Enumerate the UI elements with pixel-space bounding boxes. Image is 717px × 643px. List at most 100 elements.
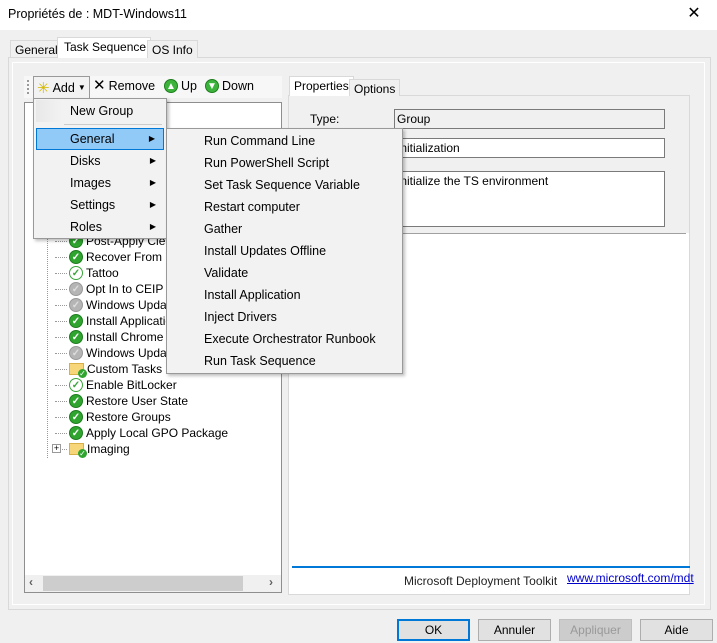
menu-item-general[interactable]: General ▶	[36, 128, 164, 150]
tree-connector	[55, 433, 67, 434]
add-star-icon: ✳	[37, 79, 50, 97]
tree-connector	[55, 401, 67, 402]
tree-item[interactable]: ✓ Opt In to CEIP an	[55, 281, 180, 297]
submenu-arrow-icon: ▶	[149, 200, 156, 209]
check-icon: ✓	[69, 250, 83, 264]
tree-item-label: Enable BitLocker	[86, 378, 177, 392]
tree-connector	[55, 417, 67, 418]
submenu-item[interactable]: Inject Drivers	[169, 306, 400, 328]
tree-item-label: Install Chrome	[86, 330, 164, 344]
disabled-step-icon: ✓	[69, 346, 83, 360]
submenu-item[interactable]: Execute Orchestrator Runbook	[169, 328, 400, 350]
remove-button[interactable]: ✕ Remove	[93, 77, 156, 94]
footer-text: Microsoft Deployment Toolkit	[404, 574, 558, 588]
up-label: Up	[181, 79, 197, 93]
remove-label: Remove	[108, 79, 156, 93]
menu-item-disks[interactable]: Disks ▶	[36, 150, 164, 172]
general-submenu: Run Command Line Run PowerShell Script Set…	[166, 128, 403, 374]
submenu-item[interactable]: Restart computer	[169, 196, 400, 218]
apply-button[interactable]: Appliquer	[559, 619, 632, 641]
tree-item-label: Imaging	[87, 442, 130, 456]
tree-connector	[55, 321, 67, 322]
tree-connector	[55, 385, 67, 386]
add-label: Add	[52, 80, 75, 95]
scroll-left-icon[interactable]: ‹	[29, 575, 33, 589]
help-button[interactable]: Aide	[640, 619, 713, 641]
tree-item[interactable]: Custom Tasks	[55, 361, 162, 378]
horizontal-scrollbar[interactable]: ‹ ›	[25, 575, 281, 592]
tree-item[interactable]: ✓ Tattoo	[55, 265, 119, 281]
submenu-item[interactable]: Run Task Sequence	[169, 350, 400, 372]
submenu-arrow-icon: ▶	[148, 134, 155, 143]
menu-item-label: Settings	[70, 198, 116, 212]
menu-item-settings[interactable]: Settings ▶	[36, 194, 164, 216]
tab-os-info[interactable]: OS Info	[147, 40, 198, 58]
submenu-item[interactable]: Run PowerShell Script	[169, 152, 400, 174]
tree-item-label: Install Application	[86, 314, 179, 328]
window-title: Propriétés de : MDT-Windows11	[8, 7, 187, 21]
tree-item[interactable]: + Imaging	[52, 441, 130, 458]
add-button[interactable]: ✳ Add ▼	[33, 76, 90, 98]
tree-item[interactable]: ✓ Restore Groups	[55, 409, 171, 425]
mdt-link[interactable]: www.microsoft.com/mdt	[567, 571, 694, 585]
submenu-arrow-icon: ▶	[149, 178, 156, 187]
menu-separator	[64, 124, 162, 125]
tree-connector	[55, 353, 67, 354]
tab-general[interactable]: General	[10, 40, 63, 58]
scrollbar-thumb[interactable]	[43, 576, 243, 591]
check-icon: ✓	[69, 330, 83, 344]
tree-item[interactable]: ✓ Restore User State	[55, 393, 189, 409]
submenu-item[interactable]: Install Updates Offline	[169, 240, 400, 262]
submenu-arrow-icon: ▶	[149, 156, 156, 165]
add-menu: New Group General ▶ Disks ▶ Images ▶ Settin…	[33, 98, 167, 239]
remove-icon: ✕	[93, 77, 106, 94]
folder-icon	[69, 363, 87, 378]
tree-connector	[55, 337, 67, 338]
menu-item-label: General	[70, 132, 115, 146]
tree-connector	[55, 369, 67, 370]
down-label: Down	[222, 79, 254, 93]
tree-connector	[55, 305, 67, 306]
toolbar-grip[interactable]	[27, 80, 29, 94]
menu-item-label: Roles	[70, 220, 102, 234]
submenu-item[interactable]: Gather	[169, 218, 400, 240]
type-field: Group	[394, 109, 665, 129]
down-button[interactable]: ▼ Down	[205, 79, 254, 93]
tree-item[interactable]: ✓ Apply Local GPO Package	[55, 425, 228, 441]
submenu-arrow-icon: ▶	[149, 222, 156, 231]
type-label: Type:	[310, 112, 340, 126]
tree-item[interactable]: ✓ Windows Update	[55, 297, 177, 313]
description-field[interactable]: Initialize the TS environment	[394, 171, 665, 227]
up-button[interactable]: ▲ Up	[164, 79, 197, 93]
tree-item-label: Windows Update	[86, 298, 177, 312]
menu-item-images[interactable]: Images ▶	[36, 172, 164, 194]
tree-connector	[55, 273, 67, 274]
ok-button[interactable]: OK	[397, 619, 470, 641]
tree-item[interactable]: ✓ Recover From Do	[55, 249, 181, 265]
submenu-item[interactable]: Run Command Line	[169, 130, 400, 152]
submenu-item[interactable]: Validate	[169, 262, 400, 284]
tree-item[interactable]: ✓ Enable BitLocker	[55, 377, 177, 393]
check-icon: ✓	[69, 314, 83, 328]
menu-item-roles[interactable]: Roles ▶	[36, 216, 164, 238]
tree-item[interactable]: ✓ Install Chrome	[55, 329, 164, 345]
submenu-item[interactable]: Install Application	[169, 284, 400, 306]
check-icon: ✓	[69, 394, 83, 408]
tree-item[interactable]: ✓ Windows Update	[55, 345, 177, 361]
footer-accent-line	[292, 566, 690, 568]
close-icon[interactable]: ✕	[682, 3, 706, 23]
check-icon: ✓	[69, 410, 83, 424]
tree-item[interactable]: ✓ Install Application	[55, 313, 179, 329]
disabled-step-icon: ✓	[69, 298, 83, 312]
tab-properties[interactable]: Properties	[289, 76, 354, 96]
menu-item-new-group[interactable]: New Group	[36, 100, 164, 122]
tree-item-label: Restore User State	[86, 394, 189, 408]
tab-options[interactable]: Options	[349, 79, 401, 96]
scroll-right-icon[interactable]: ›	[269, 575, 273, 589]
title-bar: Propriétés de : MDT-Windows11 ✕	[0, 0, 717, 30]
expand-icon[interactable]: +	[52, 444, 61, 453]
submenu-item[interactable]: Set Task Sequence Variable	[169, 174, 400, 196]
cancel-button[interactable]: Annuler	[478, 619, 551, 641]
name-field[interactable]: Initialization	[394, 138, 665, 158]
tab-task-sequence[interactable]: Task Sequence	[57, 37, 152, 58]
